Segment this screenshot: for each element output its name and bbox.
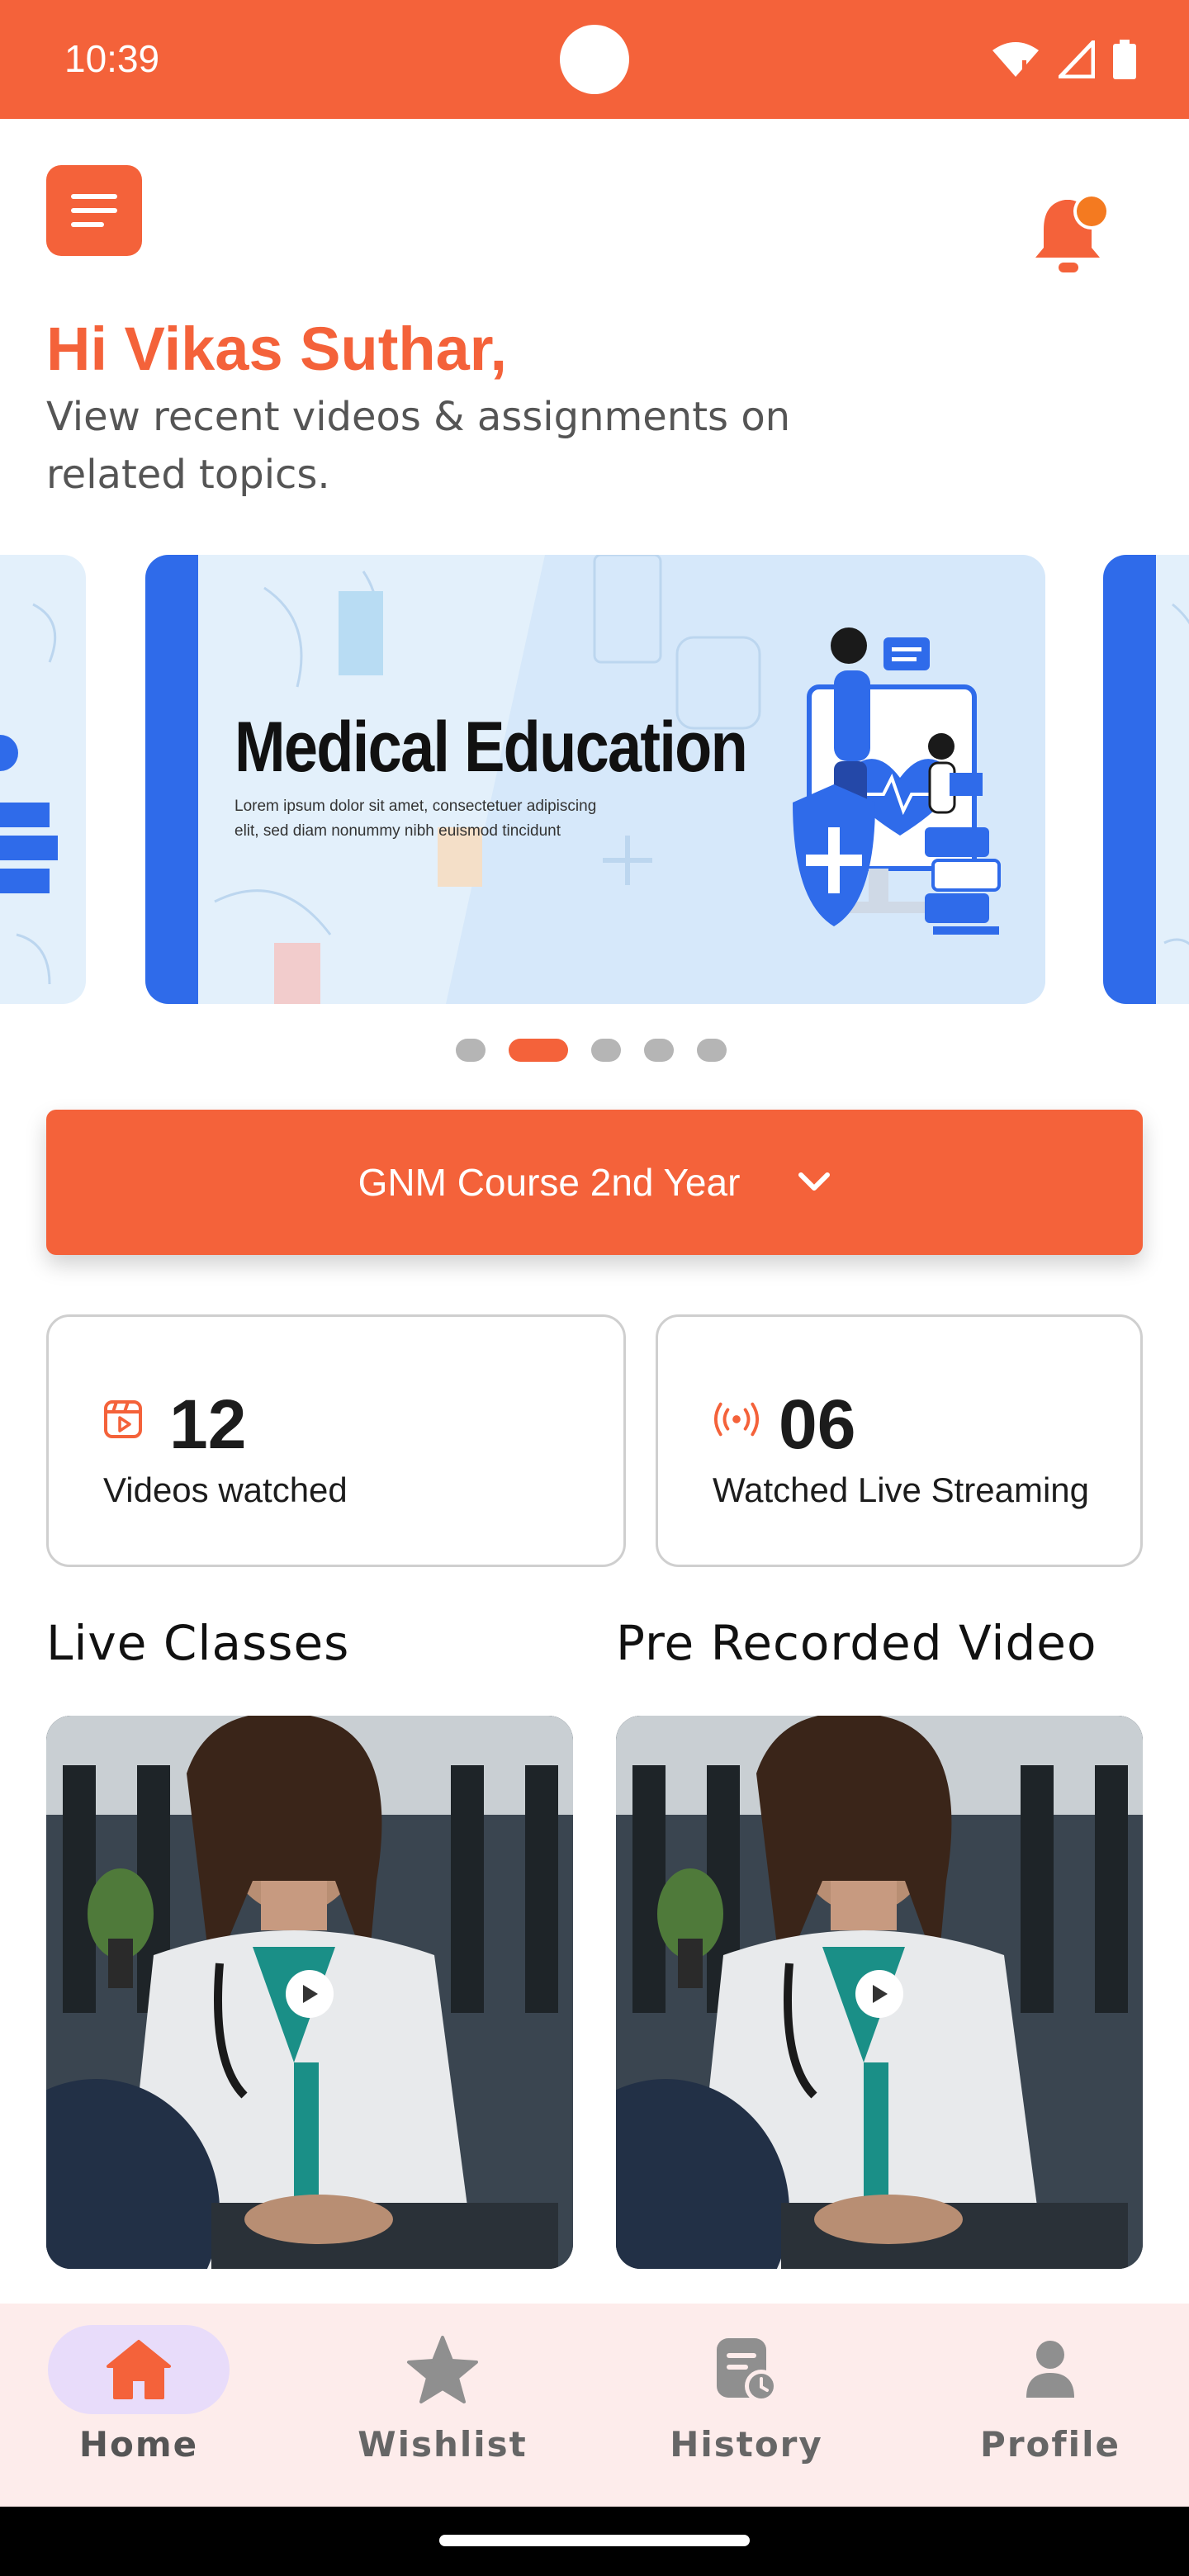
nav-label-profile: Profile bbox=[980, 2424, 1120, 2465]
video-card-live-class[interactable] bbox=[46, 1716, 573, 2269]
greeting-heading: Hi Vikas Suthar, bbox=[46, 315, 507, 383]
signal-icon bbox=[1059, 40, 1095, 78]
slide-title: Medical Education bbox=[234, 708, 748, 787]
nav-active-indicator bbox=[48, 2325, 230, 2414]
nav-label-wishlist: Wishlist bbox=[358, 2424, 528, 2465]
battery-icon bbox=[1113, 40, 1136, 79]
play-icon bbox=[873, 1985, 888, 2003]
slide-illustration bbox=[1163, 603, 1189, 945]
course-selector-label: GNM Course 2nd Year bbox=[358, 1161, 741, 1204]
status-bar: 10:39 bbox=[0, 0, 1189, 119]
pagination-dot-active[interactable] bbox=[509, 1039, 568, 1062]
nav-item-profile[interactable]: Profile bbox=[926, 2304, 1174, 2507]
carousel-slide-previous[interactable] bbox=[0, 555, 86, 1004]
video-card-pre-recorded[interactable] bbox=[616, 1716, 1143, 2269]
stat-value: 12 bbox=[169, 1385, 247, 1463]
slide-accent-stripe bbox=[1103, 555, 1156, 1004]
section-title-live-classes: Live Classes bbox=[46, 1615, 350, 1671]
stat-card-live-streaming: 06 Watched Live Streaming bbox=[656, 1314, 1143, 1567]
slide-illustration bbox=[0, 603, 58, 985]
nav-pill bbox=[656, 2325, 837, 2414]
history-icon bbox=[717, 2338, 778, 2403]
status-icons bbox=[991, 36, 1136, 83]
nav-label-history: History bbox=[670, 2424, 823, 2465]
wifi-icon bbox=[992, 42, 1039, 77]
bell-icon bbox=[1035, 193, 1110, 272]
stat-label: Videos watched bbox=[103, 1470, 348, 1509]
carousel-slide-active[interactable]: Medical Education Lorem ipsum dolor sit … bbox=[145, 555, 1045, 1004]
menu-button[interactable] bbox=[46, 165, 142, 256]
play-button[interactable] bbox=[286, 1970, 334, 2018]
live-broadcast-icon bbox=[713, 1402, 760, 1437]
chevron-down-icon bbox=[798, 1172, 831, 1191]
course-selector-dropdown[interactable]: GNM Course 2nd Year bbox=[46, 1110, 1143, 1255]
home-icon bbox=[107, 2340, 171, 2399]
play-button[interactable] bbox=[855, 1970, 903, 2018]
play-icon bbox=[303, 1985, 318, 2003]
gesture-handle[interactable] bbox=[439, 2535, 750, 2546]
nav-pill bbox=[352, 2325, 533, 2414]
slide-body: Lorem ipsum dolor sit amet, consectetuer… bbox=[234, 798, 597, 840]
camera-cutout bbox=[560, 25, 629, 94]
nav-label-home: Home bbox=[78, 2424, 199, 2465]
profile-icon bbox=[1026, 2341, 1074, 2398]
stat-card-videos-watched: 12 Videos watched bbox=[46, 1314, 626, 1567]
nav-item-wishlist[interactable]: Wishlist bbox=[319, 2304, 566, 2507]
greeting-subtitle: View recent videos & assignments on rela… bbox=[46, 394, 791, 498]
pagination-dot[interactable] bbox=[591, 1039, 621, 1062]
carousel-slide-next[interactable] bbox=[1103, 555, 1189, 1004]
nav-item-history[interactable]: History bbox=[623, 2304, 870, 2507]
section-title-pre-recorded: Pre Recorded Video bbox=[616, 1615, 1097, 1671]
nav-pill bbox=[959, 2325, 1141, 2414]
status-time: 10:39 bbox=[64, 37, 160, 80]
stat-value: 06 bbox=[779, 1385, 856, 1463]
pagination-dot[interactable] bbox=[697, 1039, 727, 1062]
star-icon bbox=[407, 2336, 478, 2403]
nav-item-home[interactable]: Home bbox=[15, 2304, 263, 2507]
carousel-pagination bbox=[456, 1039, 727, 1062]
video-play-icon bbox=[104, 1400, 142, 1438]
hamburger-menu-icon bbox=[71, 194, 117, 227]
stat-label: Watched Live Streaming bbox=[713, 1470, 1089, 1509]
notification-button[interactable] bbox=[1029, 187, 1111, 277]
slide-accent-stripe bbox=[145, 555, 198, 1004]
pagination-dot[interactable] bbox=[644, 1039, 674, 1062]
bottom-navigation: Home Wishlist History Profile bbox=[0, 2304, 1189, 2507]
pagination-dot[interactable] bbox=[456, 1039, 486, 1062]
